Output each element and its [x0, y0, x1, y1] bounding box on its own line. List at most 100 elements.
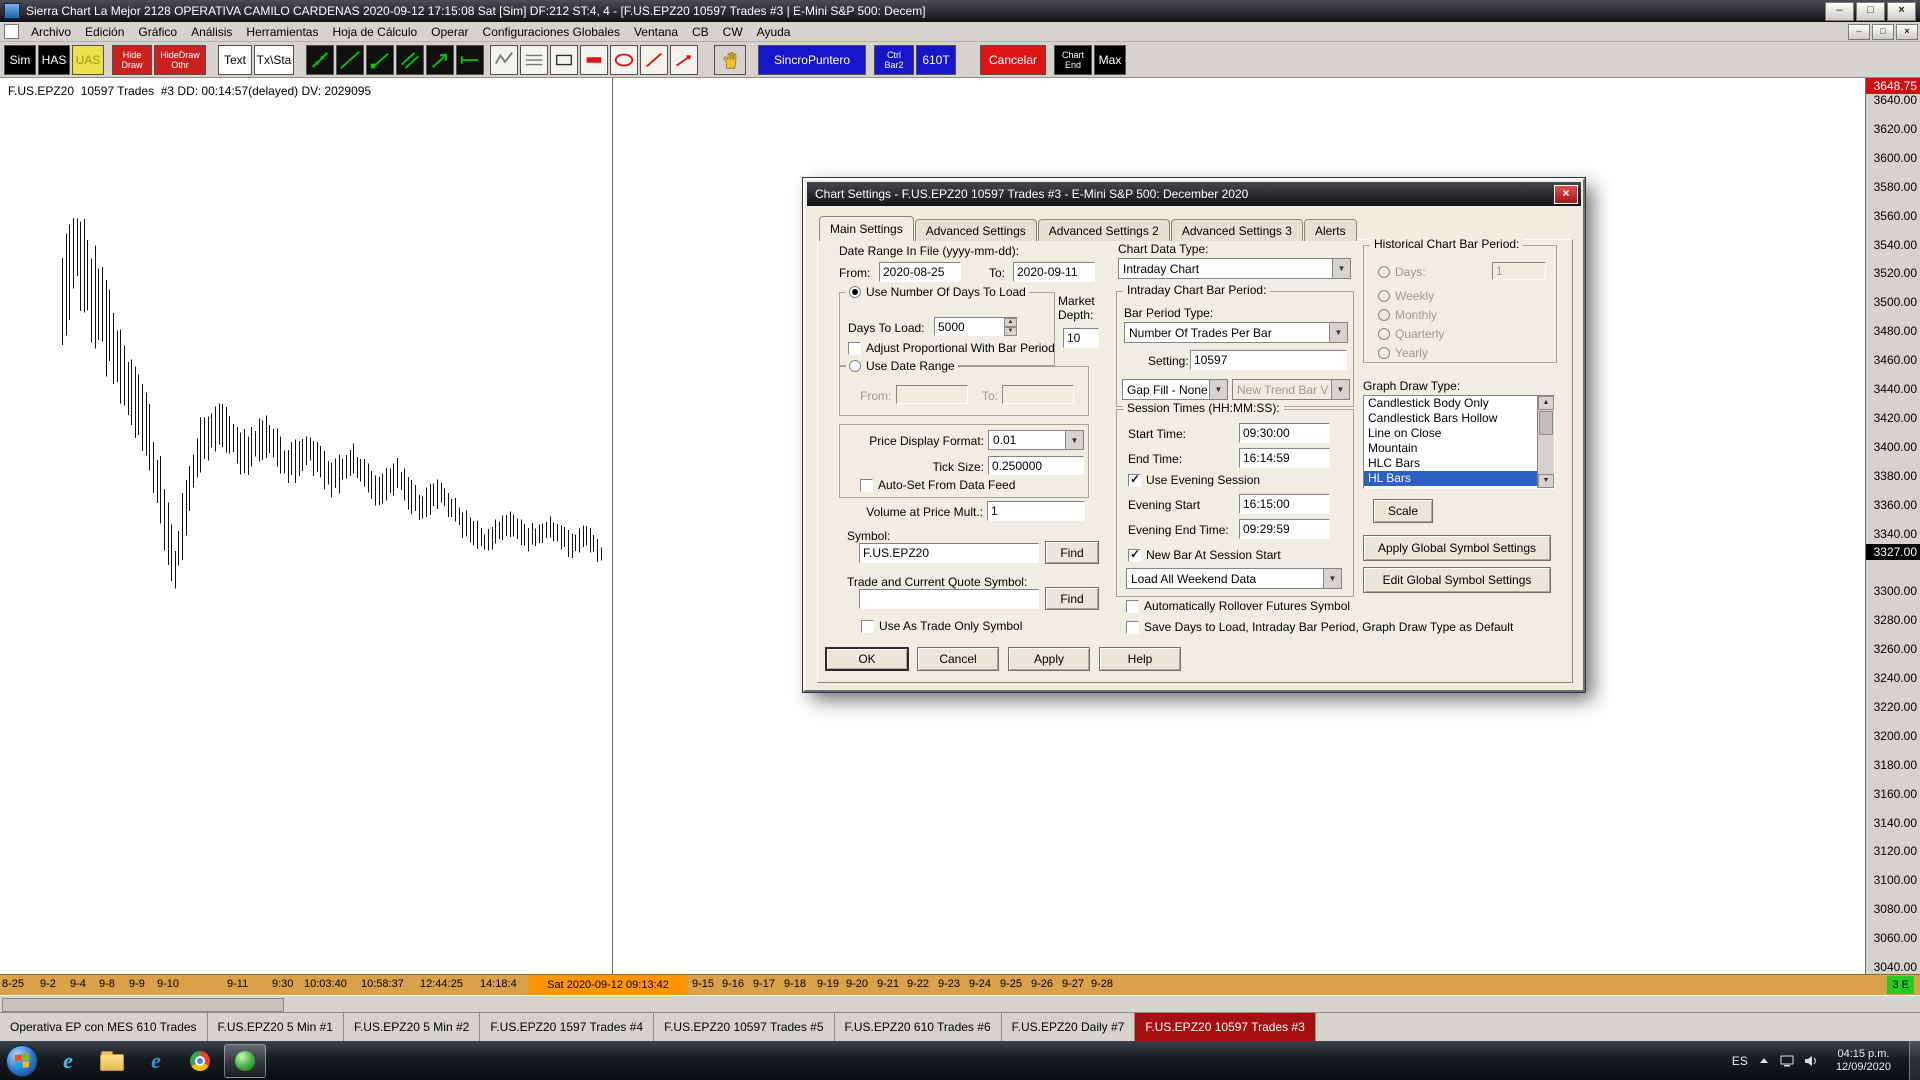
yearly-radio[interactable]: Yearly — [1378, 346, 1428, 360]
tray-expand-icon[interactable] — [1758, 1056, 1770, 1066]
menu-operar[interactable]: Operar — [424, 24, 475, 40]
text-tool-button[interactable]: Text — [218, 45, 252, 75]
chart-end-button[interactable]: ChartEnd — [1054, 45, 1092, 75]
dialog-title-bar[interactable]: Chart Settings - F.US.EPZ20 10597 Trades… — [807, 182, 1581, 206]
chart-tab-1[interactable]: Operativa EP con MES 610 Trades — [0, 1013, 208, 1041]
quarterly-radio[interactable]: Quarterly — [1378, 327, 1444, 341]
help-button[interactable]: Help — [1099, 647, 1181, 671]
taskbar-sierra-chart-icon[interactable] — [224, 1044, 266, 1078]
graph-draw-type-listbox[interactable]: Candlestick Body OnlyCandlestick Bars Ho… — [1363, 395, 1555, 489]
cancelar-button[interactable]: Cancelar — [980, 45, 1046, 75]
time-axis[interactable]: Sat 2020-09-12 09:13:42 3 E 8-259-29-49-… — [0, 974, 1920, 995]
bar-period-type-dropdown[interactable]: Number Of Trades Per Bar ▼ — [1124, 322, 1348, 343]
red-arrow-tool[interactable] — [670, 45, 698, 75]
start-button[interactable] — [6, 1045, 38, 1077]
trade-only-symbol-checkbox[interactable]: Use As Trade Only Symbol — [861, 619, 1022, 633]
rectangle-tool[interactable] — [550, 45, 578, 75]
days-to-load-spinner[interactable]: ▲▼ — [1004, 318, 1017, 335]
range-from-input[interactable] — [896, 385, 968, 404]
historical-days-input[interactable] — [1492, 262, 1546, 280]
menu-hoja-de-cálculo[interactable]: Hoja de Cálculo — [325, 24, 424, 40]
hidedraw-othr-button[interactable]: HideDrawOthr — [154, 45, 206, 75]
tray-display-icon[interactable] — [1780, 1055, 1794, 1067]
gap-fill-dropdown[interactable]: Gap Fill - None ▼ — [1122, 379, 1228, 400]
new-bar-session-start-checkbox[interactable]: New Bar At Session Start — [1128, 548, 1281, 562]
show-desktop-button[interactable] — [1909, 1041, 1920, 1080]
evening-end-input[interactable] — [1239, 519, 1330, 539]
weekly-radio[interactable]: Weekly — [1378, 289, 1434, 303]
tray-volume-icon[interactable] — [1804, 1055, 1818, 1067]
scrollbar-thumb[interactable] — [1539, 411, 1553, 435]
menu-edición[interactable]: Edición — [78, 24, 131, 40]
taskbar-chrome-icon[interactable] — [180, 1045, 220, 1077]
language-indicator[interactable]: ES — [1732, 1054, 1748, 1068]
menu-gráfico[interactable]: Gráfico — [131, 24, 184, 40]
dialog-tab-advanced-settings-2[interactable]: Advanced Settings 2 — [1038, 219, 1170, 241]
mdi-restore-button[interactable]: □ — [1872, 24, 1894, 40]
auto-rollover-checkbox[interactable]: Automatically Rollover Futures Symbol — [1126, 599, 1350, 613]
graph-draw-item[interactable]: Line on Close — [1364, 426, 1538, 441]
chart-tab-4[interactable]: F.US.EPZ20 1597 Trades #4 — [480, 1013, 654, 1041]
ray-tool[interactable] — [366, 45, 394, 75]
dialog-tab-advanced-settings[interactable]: Advanced Settings — [915, 219, 1037, 241]
graph-draw-item[interactable]: HL Bars — [1364, 471, 1538, 486]
ok-button[interactable]: OK — [825, 647, 909, 671]
weekend-data-dropdown[interactable]: Load All Weekend Data ▼ — [1126, 568, 1342, 589]
scroll-up-icon[interactable]: ▲ — [1538, 396, 1554, 410]
menu-archivo[interactable]: Archivo — [24, 24, 78, 40]
new-trend-bar-dropdown[interactable]: New Trend Bar V ▼ — [1232, 379, 1350, 400]
chart-tab-2[interactable]: F.US.EPZ20 5 Min #1 — [208, 1013, 344, 1041]
hide-draw-button[interactable]: HideDraw — [112, 45, 152, 75]
edit-global-symbol-settings-button[interactable]: Edit Global Symbol Settings — [1363, 567, 1551, 593]
apply-button[interactable]: Apply — [1008, 647, 1090, 671]
chart-tab-3[interactable]: F.US.EPZ20 5 Min #2 — [344, 1013, 480, 1041]
auto-set-checkbox[interactable]: Auto-Set From Data Feed — [860, 478, 1015, 492]
adjust-proportional-checkbox[interactable]: Adjust Proportional With Bar Period — [848, 341, 1055, 355]
tick-size-input[interactable] — [988, 456, 1084, 475]
t610-button[interactable]: 610T — [916, 45, 956, 75]
start-time-input[interactable] — [1239, 423, 1330, 443]
mdi-minimize-button[interactable]: – — [1848, 24, 1870, 40]
dialog-tab-main-settings[interactable]: Main Settings — [819, 216, 914, 241]
close-button[interactable]: × — [1887, 2, 1916, 21]
symbol-input[interactable] — [859, 543, 1039, 563]
mdi-close-button[interactable]: × — [1896, 24, 1918, 40]
menu-cb[interactable]: CB — [685, 24, 716, 40]
use-date-range-radio[interactable]: Use Date Range — [846, 359, 958, 373]
red-line-tool[interactable] — [640, 45, 668, 75]
setting-input[interactable] — [1190, 350, 1347, 370]
ellipse-tool[interactable] — [610, 45, 638, 75]
sim-button[interactable]: Sim — [4, 45, 36, 75]
max-button[interactable]: Max — [1094, 45, 1126, 75]
taskbar-explorer-icon[interactable] — [92, 1045, 132, 1077]
price-bar-tool[interactable] — [580, 45, 608, 75]
green-arrow-tool[interactable] — [426, 45, 454, 75]
save-defaults-checkbox[interactable]: Save Days to Load, Intraday Bar Period, … — [1126, 620, 1513, 634]
taskbar-clock[interactable]: 04:15 p.m. 12/09/2020 — [1836, 1048, 1891, 1074]
zigzag-tool[interactable] — [490, 45, 518, 75]
apply-global-symbol-settings-button[interactable]: Apply Global Symbol Settings — [1363, 535, 1551, 561]
end-time-input[interactable] — [1239, 448, 1330, 468]
menu-ventana[interactable]: Ventana — [627, 24, 685, 40]
uas-button[interactable]: UAS — [72, 45, 104, 75]
monthly-radio[interactable]: Monthly — [1378, 308, 1437, 322]
date-from-input[interactable] — [879, 262, 961, 282]
symbol-find-button[interactable]: Find — [1045, 541, 1099, 564]
txsta-button[interactable]: Tx\Sta — [254, 45, 294, 75]
listbox-scrollbar[interactable]: ▲ ▼ — [1537, 396, 1554, 488]
menu-análisis[interactable]: Análisis — [184, 24, 239, 40]
menu-ayuda[interactable]: Ayuda — [750, 24, 798, 40]
chart-data-type-dropdown[interactable]: Intraday Chart ▼ — [1118, 258, 1351, 279]
channel-tool[interactable] — [396, 45, 424, 75]
menu-cw[interactable]: CW — [716, 24, 750, 40]
graph-draw-item[interactable]: Mountain — [1364, 441, 1538, 456]
trade-symbol-input[interactable] — [859, 589, 1039, 609]
volume-mult-input[interactable] — [987, 501, 1085, 521]
trendline-tool[interactable] — [306, 45, 334, 75]
retracement-tool[interactable] — [520, 45, 548, 75]
scale-button[interactable]: Scale — [1373, 499, 1433, 523]
chart-tab-7[interactable]: F.US.EPZ20 Daily #7 — [1002, 1013, 1136, 1041]
date-to-input[interactable] — [1013, 262, 1095, 282]
dialog-tab-advanced-settings-3[interactable]: Advanced Settings 3 — [1171, 219, 1303, 241]
price-scale[interactable]: 3648.75 3327.00 3640.003620.003600.00358… — [1865, 78, 1920, 974]
